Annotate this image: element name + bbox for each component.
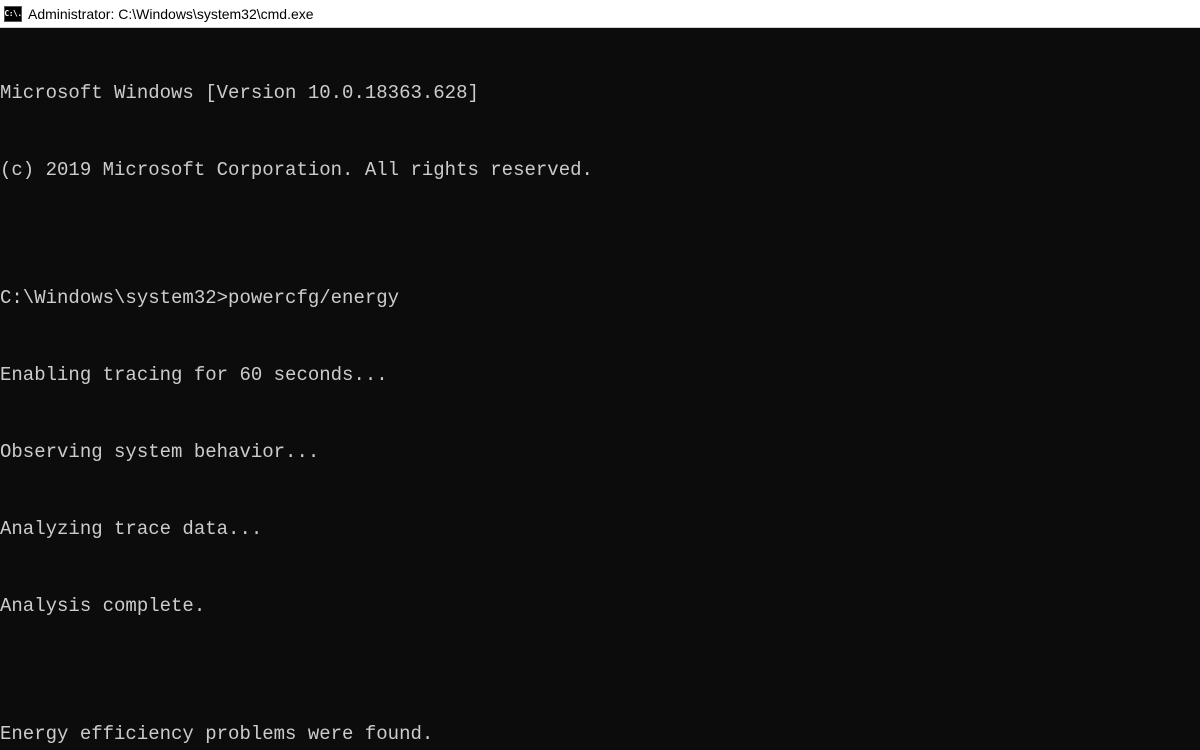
terminal-output[interactable]: Microsoft Windows [Version 10.0.18363.62… [0, 28, 1200, 750]
terminal-line: Energy efficiency problems were found. [0, 722, 1200, 748]
window-titlebar[interactable]: C:\. Administrator: C:\Windows\system32\… [0, 0, 1200, 28]
terminal-line: Enabling tracing for 60 seconds... [0, 363, 1200, 389]
terminal-line: (c) 2019 Microsoft Corporation. All righ… [0, 158, 1200, 184]
terminal-line: Observing system behavior... [0, 440, 1200, 466]
cmd-icon: C:\. [4, 6, 22, 22]
window-title: Administrator: C:\Windows\system32\cmd.e… [28, 6, 314, 22]
terminal-line: C:\Windows\system32>powercfg/energy [0, 286, 1200, 312]
terminal-line: Analysis complete. [0, 594, 1200, 620]
terminal-line: Analyzing trace data... [0, 517, 1200, 543]
terminal-line: Microsoft Windows [Version 10.0.18363.62… [0, 81, 1200, 107]
